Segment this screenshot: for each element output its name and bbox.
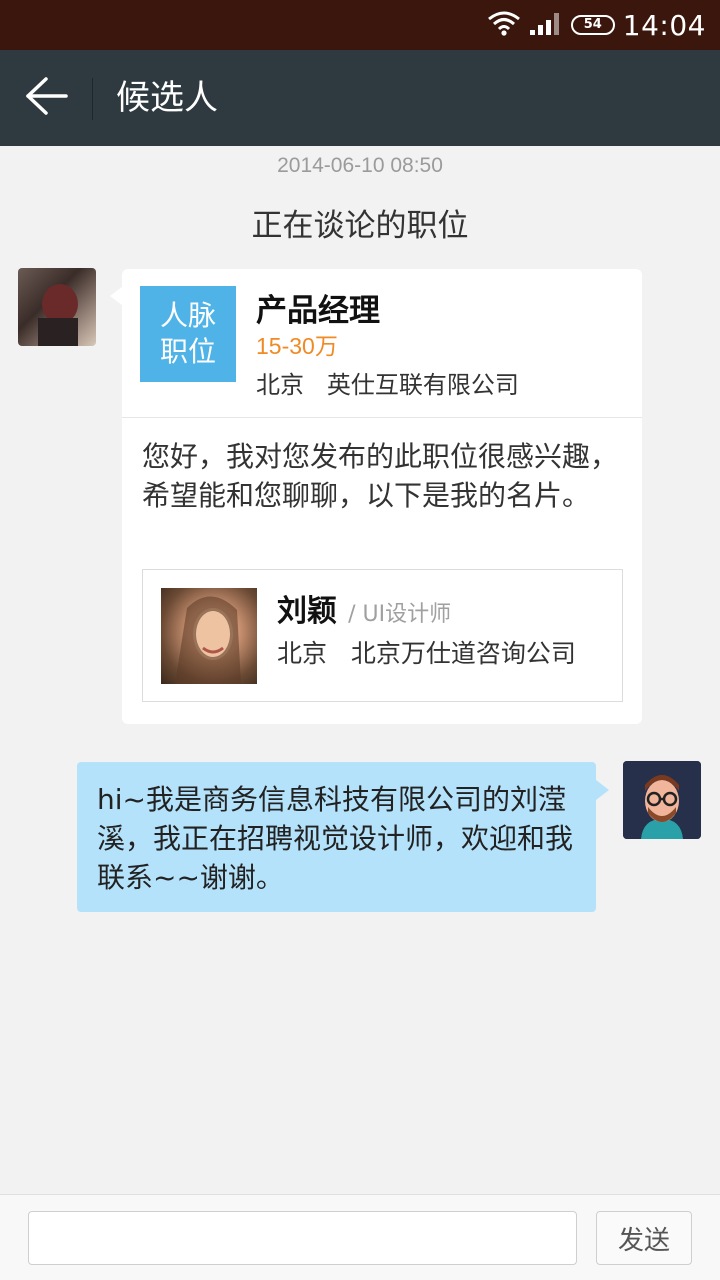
page-title: 候选人 [116,78,218,118]
status-icons: 54 14:04 [487,0,706,50]
profile-photo [161,588,257,684]
profile-name[interactable]: 刘颖 [277,594,337,629]
section-title: 正在谈论的职位 [251,208,469,244]
battery-icon: 54 [570,15,615,35]
profile-name-row: 刘颖 / UI设计师 [277,586,451,630]
back-arrow-icon [24,76,68,120]
profile-card[interactable]: 刘颖 / UI设计师 北京 北京万仕道咨询公司 [142,569,623,702]
message-input[interactable] [28,1211,577,1265]
composer-bar: 发送 [0,1194,720,1280]
job-badge: 人脉 职位 [140,286,236,382]
job-badge-line1: 人脉 [159,299,216,332]
app-bar: 候选人 [0,50,720,146]
profile-role: / UI设计师 [348,602,452,627]
status-time: 14:04 [622,8,706,42]
chat-timestamp: 2014-06-10 08:50 [277,154,443,177]
self-avatar[interactable] [623,761,701,839]
signal-icon [529,10,563,40]
card-message: 您好，我对您发布的此职位很感兴趣，希望能和您聊聊，以下是我的名片。 [142,440,619,512]
job-salary: 15-30万 [256,333,338,359]
send-button[interactable]: 发送 [596,1211,692,1265]
card-divider [122,417,642,418]
profile-location: 北京 北京万仕道咨询公司 [277,639,576,668]
back-button[interactable] [18,72,74,124]
reply-bubble: hi~我是商务信息科技有限公司的刘滢溪，我正在招聘视觉设计师，欢迎和我联系~~谢… [77,762,596,912]
job-card[interactable]: 人脉 职位 产品经理 15-30万 北京 英仕互联有限公司 您好，我对您发布的此… [122,269,642,724]
wifi-icon [487,10,521,40]
app-bar-divider [92,78,93,120]
sender-avatar[interactable] [18,268,96,346]
job-badge-line2: 职位 [159,335,216,368]
status-bar: 54 14:04 [0,0,720,50]
reply-bubble-tail [596,780,609,800]
job-title[interactable]: 产品经理 [256,285,380,330]
job-location: 北京 英仕互联有限公司 [256,371,519,399]
